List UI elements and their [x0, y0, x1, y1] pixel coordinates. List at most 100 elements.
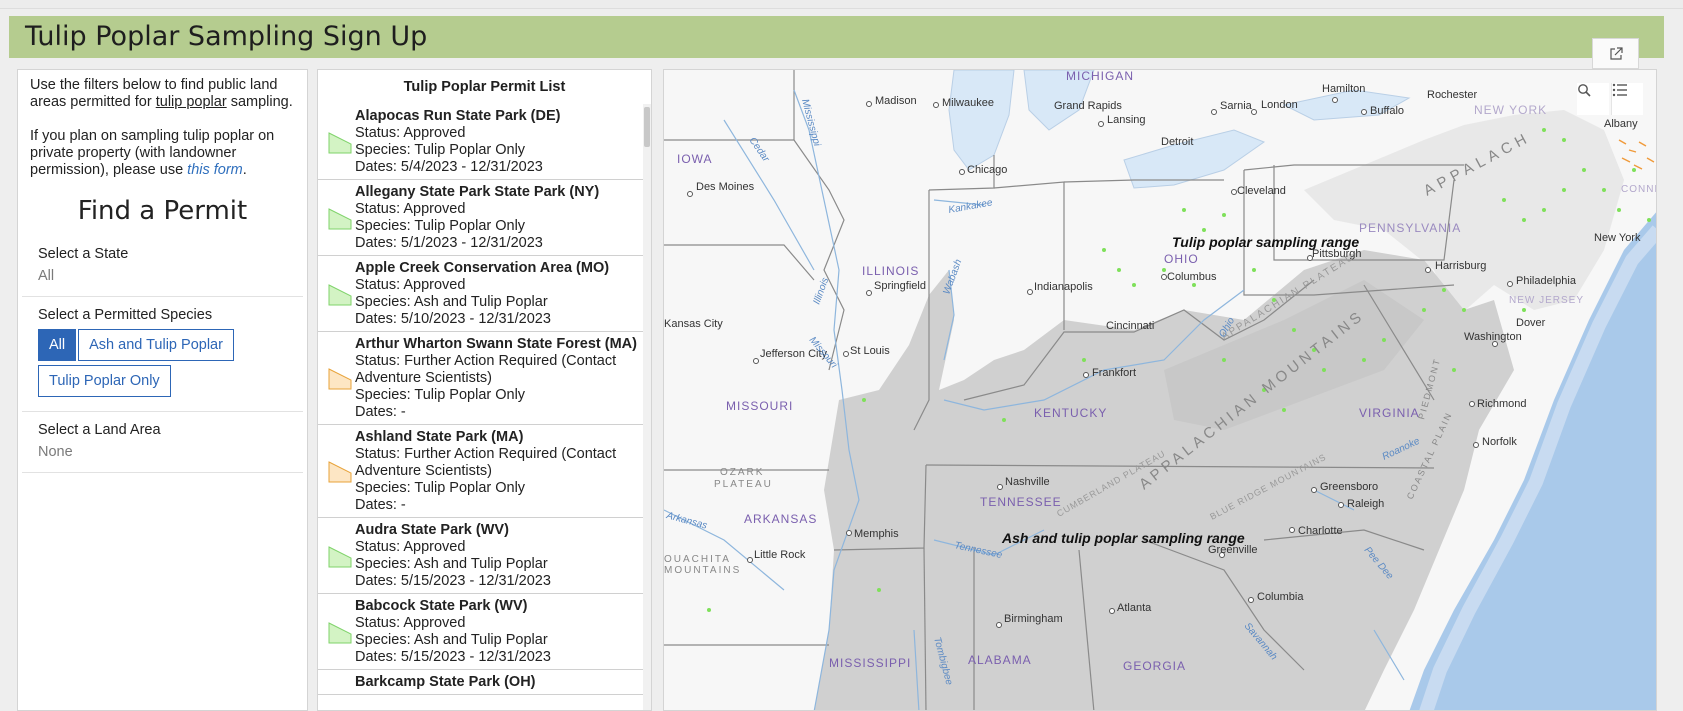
list-icon [1612, 83, 1627, 97]
city-label: Madison [875, 95, 917, 107]
permit-dates: Dates: 5/15/2023 - 12/31/2023 [355, 649, 551, 665]
app-header: Tulip Poplar Sampling Sign Up [9, 16, 1664, 58]
tulip-poplar-link[interactable]: tulip poplar [156, 94, 227, 110]
permit-species: Species: Ash and Tulip Poplar [355, 556, 548, 572]
permit-list-title: Tulip Poplar Permit List [403, 79, 566, 95]
list-item[interactable]: Audra State Park (WV) Status: Approved S… [318, 518, 651, 594]
this-form-link[interactable]: this form [187, 162, 243, 178]
land-area-filter[interactable]: Select a Land Area None [22, 412, 303, 473]
state-label: MICHIGAN [1066, 70, 1134, 83]
list-item[interactable]: Barkcamp State Park (OH) [318, 670, 651, 695]
map-view[interactable]: Tulip poplar sampling range Ash and tuli… [663, 69, 1657, 711]
search-icon [1578, 84, 1591, 97]
permit-name: Allegany State Park State Park (NY) [355, 184, 600, 200]
city-label: Harrisburg [1435, 260, 1486, 272]
permit-dates: Dates: 5/15/2023 - 12/31/2023 [355, 573, 551, 589]
city-label: Memphis [854, 528, 899, 540]
external-link-icon [1609, 46, 1623, 60]
find-permit-heading: Find a Permit [77, 196, 248, 226]
permit-list[interactable]: Alapocas Run State Park (DE) Status: App… [318, 104, 651, 710]
city-label: Frankfort [1092, 367, 1136, 379]
state-label: VIRGINIA [1359, 406, 1420, 420]
city-label: Chicago [967, 164, 1007, 176]
state-label: MISSISSIPPI [829, 656, 911, 670]
state-label: NEW YORK [1474, 103, 1547, 117]
permit-dates: Dates: 5/1/2023 - 12/31/2023 [355, 235, 543, 251]
approved-symbol-icon [328, 283, 352, 305]
land-area-filter-label: Select a Land Area [38, 422, 161, 438]
city-label: Columbia [1257, 591, 1304, 603]
permit-status: Status: Further Action Required (Contact… [355, 446, 617, 479]
permit-status: Status: Further Action Required (Contact… [355, 353, 617, 386]
terrain-label: OZARK [720, 467, 764, 478]
list-item[interactable]: Apple Creek Conservation Area (MO) Statu… [318, 256, 651, 332]
city-label: Indianapolis [1034, 281, 1093, 293]
map-search-button[interactable] [1577, 83, 1609, 115]
permit-name: Barkcamp State Park (OH) [355, 674, 536, 690]
list-item[interactable]: Babcock State Park (WV) Status: Approved… [318, 594, 651, 670]
permit-name: Audra State Park (WV) [355, 522, 509, 538]
permit-name: Ashland State Park (MA) [355, 429, 524, 445]
permit-dates: Dates: 5/10/2023 - 12/31/2023 [355, 311, 551, 327]
city-label: Raleigh [1347, 498, 1384, 510]
list-scrollbar-thumb[interactable] [644, 107, 650, 147]
permit-species: Species: Tulip Poplar Only [355, 218, 526, 234]
city-label: Sarnia [1220, 100, 1253, 112]
intro-text-2-end: . [242, 162, 247, 178]
city-label: Philadelphia [1516, 275, 1577, 287]
state-filter[interactable]: Select a State All [22, 236, 303, 297]
city-label: Birmingham [1004, 613, 1063, 625]
city-label: Grand Rapids [1054, 100, 1122, 112]
terrain-label: PLATEAU [714, 479, 773, 490]
list-item[interactable]: Arthur Wharton Swann State Forest (MA) S… [318, 332, 651, 425]
intro-text-1-end: sampling. [226, 94, 293, 110]
map-canvas[interactable]: Tulip poplar sampling range Ash and tuli… [664, 70, 1657, 711]
intro-text: Use the filters below to find public lan… [18, 70, 307, 179]
city-label: Greenville [1208, 544, 1258, 556]
state-label: CONNEC [1621, 184, 1657, 195]
permit-species: Species: Tulip Poplar Only [355, 142, 526, 158]
state-label: OHIO [1164, 252, 1199, 266]
city-label: Lansing [1107, 114, 1146, 126]
city-label: Richmond [1477, 398, 1527, 410]
list-item[interactable]: Allegany State Park State Park (NY) Stat… [318, 180, 651, 256]
city-label: Cleveland [1237, 185, 1286, 197]
approved-symbol-icon [328, 621, 352, 643]
permit-species: Species: Ash and Tulip Poplar [355, 294, 548, 310]
terrain-label: OUACHITA [664, 554, 731, 565]
species-filter: Select a Permitted Species All Ash and T… [22, 297, 303, 412]
permit-species: Species: Ash and Tulip Poplar [355, 632, 548, 648]
page-title: Tulip Poplar Sampling Sign Up [25, 21, 428, 52]
permit-status: Status: Approved [355, 615, 466, 631]
action-required-symbol-icon [328, 368, 352, 390]
list-scrollbar[interactable] [643, 104, 651, 710]
approved-symbol-icon [328, 131, 352, 153]
city-label: Hamilton [1322, 83, 1365, 95]
city-label: Dover [1516, 317, 1546, 329]
city-label: Norfolk [1482, 436, 1517, 448]
map-layer-list-button[interactable] [1611, 83, 1643, 115]
city-label: Washington [1464, 331, 1522, 343]
state-label: PENNSYLVANIA [1359, 221, 1461, 235]
filter-panel: Use the filters below to find public lan… [17, 69, 308, 711]
city-label: Cincinnati [1106, 320, 1154, 332]
state-label: ILLINOIS [862, 264, 919, 278]
land-area-filter-value[interactable]: None [38, 444, 287, 460]
list-item[interactable]: Alapocas Run State Park (DE) Status: App… [318, 104, 651, 180]
species-chip-all[interactable]: All [38, 329, 77, 361]
state-filter-value[interactable]: All [38, 268, 287, 284]
state-label: ALABAMA [968, 653, 1032, 667]
city-label: Kansas City [664, 318, 723, 330]
city-label: Des Moines [696, 181, 755, 193]
open-external-button[interactable] [1592, 38, 1639, 69]
city-label: London [1261, 99, 1298, 111]
state-label: MISSOURI [726, 399, 793, 413]
list-item[interactable]: Ashland State Park (MA) Status: Further … [318, 425, 651, 518]
state-label: TENNESSEE [980, 495, 1062, 509]
action-required-symbol-icon [328, 461, 352, 483]
species-chip-tulip-only[interactable]: Tulip Poplar Only [38, 365, 171, 397]
permit-status: Status: Approved [355, 201, 466, 217]
species-chip-ash-and-tulip[interactable]: Ash and Tulip Poplar [78, 329, 234, 361]
permit-status: Status: Approved [355, 277, 466, 293]
city-label: St Louis [850, 345, 890, 357]
